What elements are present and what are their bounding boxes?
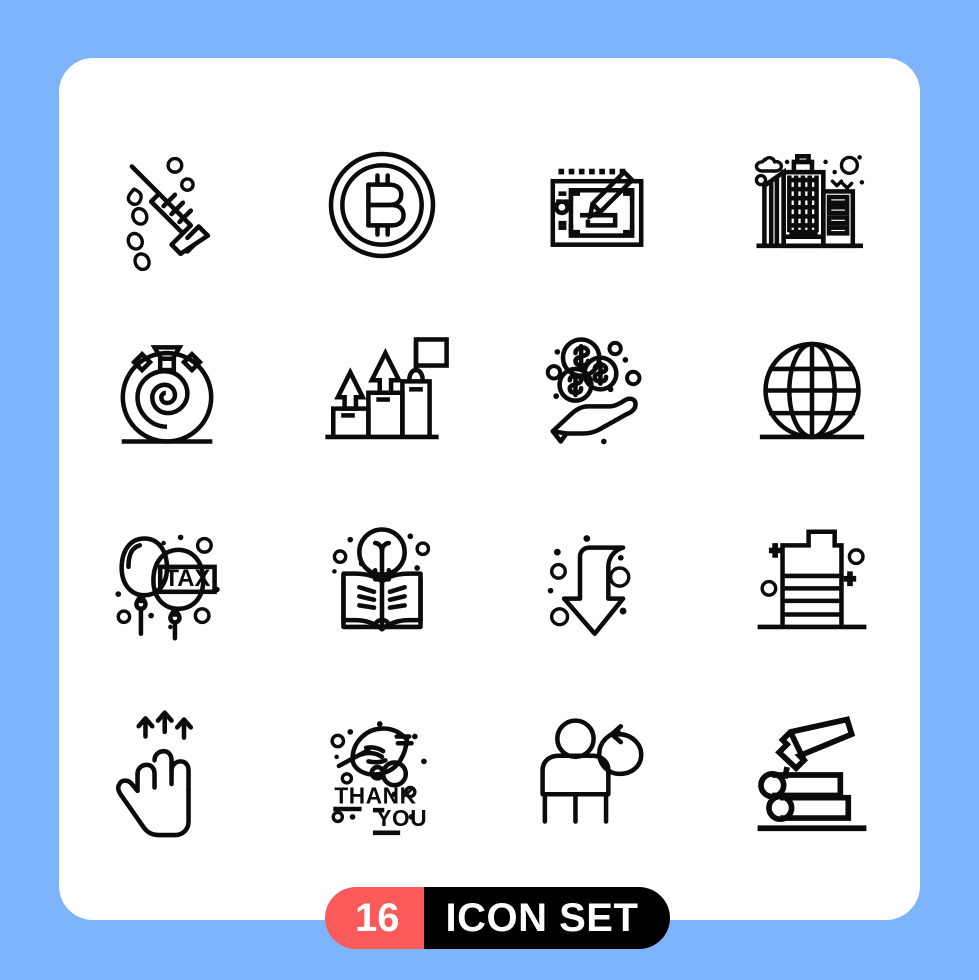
- tax-balloons-icon: TAX: [115, 534, 220, 641]
- icon-cell-tax-balloons[interactable]: TAX: [59, 490, 274, 680]
- bitcoin-coin-icon: [328, 151, 436, 259]
- curved-down-arrow-icon: [547, 535, 631, 636]
- icon-cell-three-finger-swipe-up[interactable]: [59, 680, 274, 870]
- syringe-injection-icon: [126, 156, 210, 272]
- icon-cell-hand-receiving-coins[interactable]: [490, 300, 705, 490]
- city-buildings-icon: [755, 154, 865, 249]
- book-lightbulb-icon: [332, 527, 431, 632]
- icon-cell-globe-grid[interactable]: [705, 300, 920, 490]
- icon-grid: TAX THANK YOU: [59, 110, 920, 870]
- icon-cell-hypnosis-spiral[interactable]: [59, 300, 274, 490]
- user-return-arrow-icon: [540, 718, 644, 824]
- axe-logs-icon: [757, 716, 867, 832]
- icon-cell-battery-level[interactable]: [705, 490, 920, 680]
- icon-cell-user-return-arrow[interactable]: [490, 680, 705, 870]
- icon-cell-growth-stairs-flag[interactable]: [274, 300, 489, 490]
- hypnosis-spiral-icon: [120, 345, 214, 444]
- growth-stairs-flag-icon: [325, 337, 449, 440]
- icon-cell-book-lightbulb[interactable]: [274, 490, 489, 680]
- icon-cell-axe-logs[interactable]: [705, 680, 920, 870]
- icon-set-badge: 16 ICON SET: [325, 887, 671, 949]
- battery-level-icon: [757, 529, 867, 630]
- badge-count: 16: [325, 887, 424, 949]
- three-finger-swipe-up-icon: [115, 710, 193, 838]
- icon-cell-syringe-injection[interactable]: [59, 110, 274, 300]
- icon-cell-bitcoin-coin[interactable]: [274, 110, 489, 300]
- thank-you-leaf-icon: THANK YOU: [330, 721, 427, 836]
- icon-cell-city-buildings[interactable]: [705, 110, 920, 300]
- badge-label: ICON SET: [423, 887, 671, 949]
- icon-cell-thank-you-leaf[interactable]: THANK YOU: [274, 680, 489, 870]
- hand-receiving-coins-icon: [545, 337, 642, 445]
- icon-cell-graphic-tablet-stylus[interactable]: [490, 110, 705, 300]
- graphic-tablet-stylus-icon: [550, 168, 644, 247]
- tax-balloon-label: TAX: [164, 565, 210, 592]
- globe-grid-icon: [760, 341, 865, 440]
- icon-cell-curved-down-arrow[interactable]: [490, 490, 705, 680]
